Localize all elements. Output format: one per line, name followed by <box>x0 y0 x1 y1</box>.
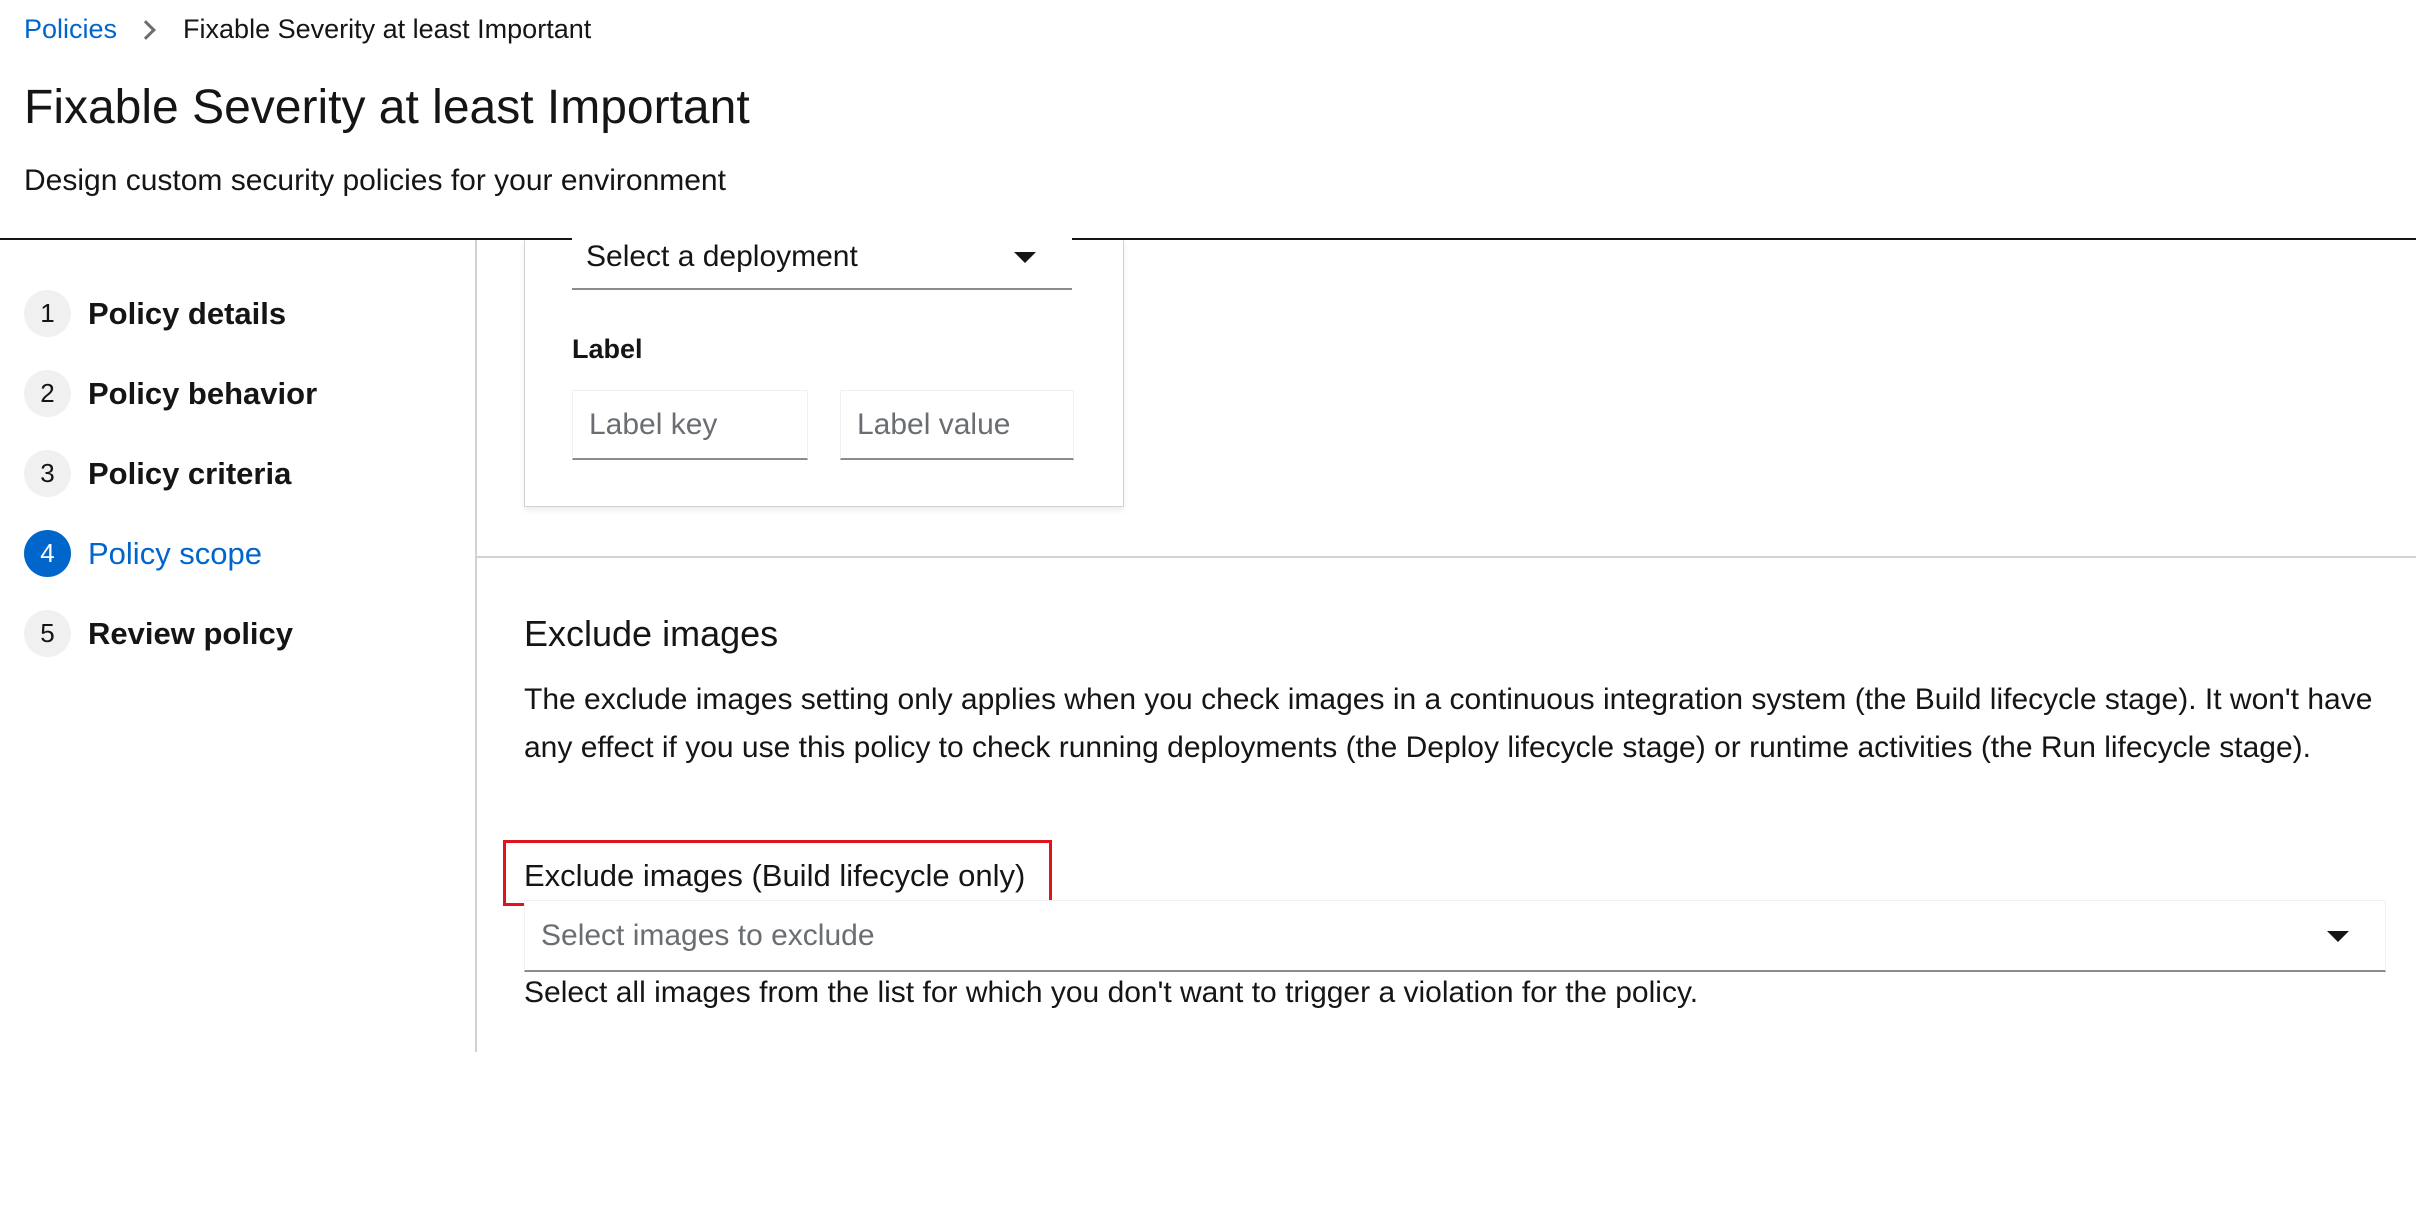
breadcrumb: Policies Fixable Severity at least Impor… <box>24 14 591 45</box>
step-number: 1 <box>24 290 71 337</box>
label-value-input[interactable] <box>840 390 1074 460</box>
exclude-images-select[interactable]: Select images to exclude <box>524 900 2386 972</box>
label-key-input[interactable] <box>572 390 808 460</box>
step-number: 2 <box>24 370 71 417</box>
caret-down-icon <box>2327 931 2349 942</box>
deployment-select-value: Select a deployment <box>586 240 858 273</box>
wizard-step-policy-behavior[interactable]: 2 Policy behavior <box>24 370 317 417</box>
label-heading: Label <box>572 334 643 364</box>
step-number: 5 <box>24 610 71 657</box>
wizard-nav: 1 Policy details 2 Policy behavior 3 Pol… <box>0 240 477 1052</box>
step-label: Policy criteria <box>88 455 292 491</box>
exclude-images-select-placeholder: Select images to exclude <box>541 918 875 952</box>
chevron-right-icon <box>136 19 156 40</box>
exclude-images-description: The exclude images setting only applies … <box>524 683 2373 764</box>
exclude-images-helper-text: Select all images from the list for whic… <box>524 976 1699 1009</box>
step-label: Policy behavior <box>88 375 318 411</box>
exclude-images-field-label: Exclude images (Build lifecycle only) <box>524 858 1026 893</box>
caret-down-icon <box>1014 252 1036 263</box>
step-label: Policy scope <box>88 535 263 571</box>
step-number: 3 <box>24 450 71 497</box>
exclude-images-title: Exclude images <box>524 613 779 654</box>
wizard-step-policy-details[interactable]: 1 Policy details <box>24 290 286 337</box>
step-number: 4 <box>24 530 71 577</box>
breadcrumb-current: Fixable Severity at least Important <box>183 14 592 44</box>
wizard-step-policy-scope[interactable]: 4 Policy scope <box>24 530 262 577</box>
section-divider <box>477 556 2416 558</box>
step-label: Policy details <box>88 295 287 331</box>
step-label: Review policy <box>88 615 294 651</box>
deployment-select[interactable]: Select a deployment <box>572 226 1072 290</box>
wizard-step-review-policy[interactable]: 5 Review policy <box>24 610 293 657</box>
wizard-step-policy-criteria[interactable]: 3 Policy criteria <box>24 450 291 497</box>
breadcrumb-policies-link[interactable]: Policies <box>24 14 117 45</box>
page-title: Fixable Severity at least Important <box>24 81 750 134</box>
page-description: Design custom security policies for your… <box>24 164 726 197</box>
